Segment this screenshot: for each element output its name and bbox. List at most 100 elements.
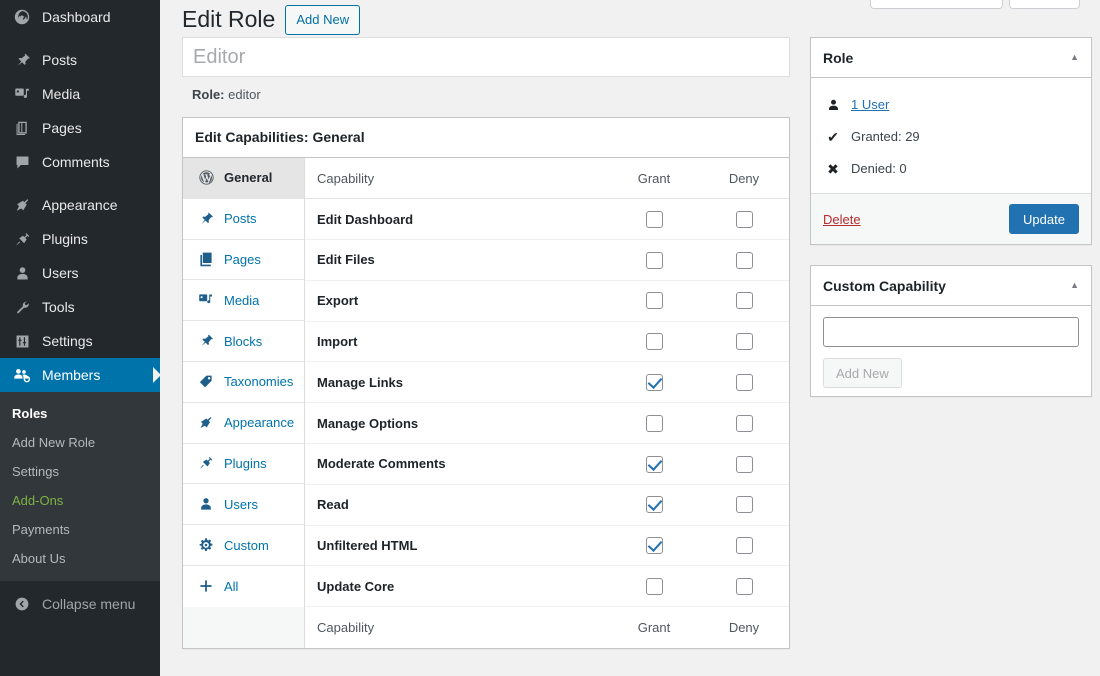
collapse-arrow-icon: [11, 596, 33, 612]
role-slug-text: Role: editor: [182, 77, 790, 104]
tab-appearance[interactable]: Appearance: [183, 403, 304, 444]
sidebar-item-appearance[interactable]: Appearance: [0, 188, 160, 222]
tab-label: General: [224, 170, 272, 185]
pages-icon: [11, 118, 33, 138]
deny-checkbox[interactable]: [736, 211, 753, 228]
deny-checkbox[interactable]: [736, 578, 753, 595]
table-row: Moderate Comments: [305, 444, 789, 485]
tab-all[interactable]: All: [183, 566, 304, 607]
grant-checkbox[interactable]: [646, 292, 663, 309]
tab-blocks[interactable]: Blocks: [183, 321, 304, 362]
grant-cell: [609, 280, 699, 321]
tab-general[interactable]: General: [183, 158, 304, 199]
comment-icon: [11, 152, 33, 172]
collapse-menu-button[interactable]: Collapse menu: [0, 587, 160, 621]
grant-checkbox[interactable]: [646, 415, 663, 432]
dashboard-icon: [11, 7, 33, 27]
sidebar-item-pages[interactable]: Pages: [0, 111, 160, 145]
grant-checkbox[interactable]: [646, 496, 663, 513]
tab-pages[interactable]: Pages: [183, 240, 304, 281]
sidebar-item-label: Appearance: [42, 188, 118, 222]
role-users-link[interactable]: 1 User: [851, 95, 889, 115]
submenu-item-add-ons[interactable]: Add-Ons: [0, 486, 160, 515]
grant-checkbox[interactable]: [646, 211, 663, 228]
tab-media[interactable]: Media: [183, 280, 304, 321]
tab-plugins[interactable]: Plugins: [183, 444, 304, 485]
grant-cell: [609, 484, 699, 525]
add-new-capability-button[interactable]: Add New: [823, 358, 902, 388]
deny-checkbox[interactable]: [736, 252, 753, 269]
deny-checkbox[interactable]: [736, 537, 753, 554]
pin-icon: [196, 331, 216, 351]
tab-users[interactable]: Users: [183, 484, 304, 525]
grant-cell: [609, 321, 699, 362]
update-role-button[interactable]: Update: [1009, 204, 1079, 234]
sidebar-item-members[interactable]: Members: [0, 358, 160, 392]
main-column: Role: editor Edit Capabilities: General: [182, 37, 790, 649]
tab-posts[interactable]: Posts: [183, 199, 304, 240]
capability-name: Edit Files: [305, 240, 609, 281]
role-denied-line: ✖ Denied: 0: [823, 153, 1079, 185]
sidebar-item-media[interactable]: Media: [0, 77, 160, 111]
table-foot: Capability Grant Deny: [305, 607, 789, 648]
sidebar-item-settings[interactable]: Settings: [0, 324, 160, 358]
role-box: Role ▲ 1 User ✔: [810, 37, 1092, 245]
column-footer-deny: Deny: [699, 607, 789, 648]
role-name-input[interactable]: [182, 37, 790, 77]
submenu-item-roles[interactable]: Roles: [0, 399, 160, 428]
submenu-item-payments[interactable]: Payments: [0, 515, 160, 544]
capability-name: Unfiltered HTML: [305, 525, 609, 566]
deny-checkbox[interactable]: [736, 333, 753, 350]
chevron-up-icon[interactable]: ▲: [1070, 53, 1079, 62]
sidebar-item-dashboard[interactable]: Dashboard: [0, 0, 160, 34]
role-denied-label: Denied: 0: [851, 159, 907, 179]
tab-custom[interactable]: Custom: [183, 525, 304, 566]
grant-checkbox[interactable]: [646, 456, 663, 473]
grant-checkbox[interactable]: [646, 252, 663, 269]
grant-checkbox[interactable]: [646, 537, 663, 554]
submenu-item-about-us[interactable]: About Us: [0, 544, 160, 573]
sidebar-item-label: Settings: [42, 324, 93, 358]
sidebar-item-users[interactable]: Users: [0, 256, 160, 290]
pages-icon: [196, 249, 216, 269]
deny-cell: [699, 484, 789, 525]
grant-cell: [609, 240, 699, 281]
column-footer-capability: Capability: [305, 607, 609, 648]
chevron-up-icon[interactable]: ▲: [1070, 281, 1079, 290]
user-icon: [196, 494, 216, 514]
deny-checkbox[interactable]: [736, 374, 753, 391]
tab-label: Pages: [224, 252, 261, 267]
custom-capability-box: Custom Capability ▲ Add New: [810, 265, 1092, 397]
sidebar-item-label: Dashboard: [42, 0, 111, 34]
grant-checkbox[interactable]: [646, 333, 663, 350]
custom-capability-input[interactable]: [823, 317, 1079, 347]
deny-cell: [699, 444, 789, 485]
sidebar-item-posts[interactable]: Posts: [0, 43, 160, 77]
role-box-header: Role ▲: [811, 38, 1091, 78]
add-new-role-button[interactable]: Add New: [285, 5, 360, 35]
grant-checkbox[interactable]: [646, 578, 663, 595]
sidebar-item-label: Posts: [42, 43, 77, 77]
brush-icon: [196, 413, 216, 433]
deny-checkbox[interactable]: [736, 456, 753, 473]
deny-checkbox[interactable]: [736, 496, 753, 513]
sidebar-item-tools[interactable]: Tools: [0, 290, 160, 324]
sidebar-item-comments[interactable]: Comments: [0, 145, 160, 179]
deny-cell: [699, 280, 789, 321]
deny-checkbox[interactable]: [736, 415, 753, 432]
table-head: Capability Grant Deny: [305, 158, 789, 199]
tab-taxonomies[interactable]: Taxonomies: [183, 362, 304, 403]
deny-checkbox[interactable]: [736, 292, 753, 309]
sidebar-item-plugins[interactable]: Plugins: [0, 222, 160, 256]
delete-role-link[interactable]: Delete: [823, 212, 861, 227]
deny-cell: [699, 199, 789, 240]
members-icon: [11, 365, 33, 385]
submenu-item-add-new-role[interactable]: Add New Role: [0, 428, 160, 457]
capabilities-table: Capability Grant Deny Edit Dashboard: [305, 158, 789, 648]
submenu-item-settings[interactable]: Settings: [0, 457, 160, 486]
grant-checkbox[interactable]: [646, 374, 663, 391]
plug-icon: [196, 453, 216, 473]
capability-name: Import: [305, 321, 609, 362]
collapse-menu-label: Collapse menu: [42, 596, 135, 612]
table-row: Manage Options: [305, 403, 789, 444]
